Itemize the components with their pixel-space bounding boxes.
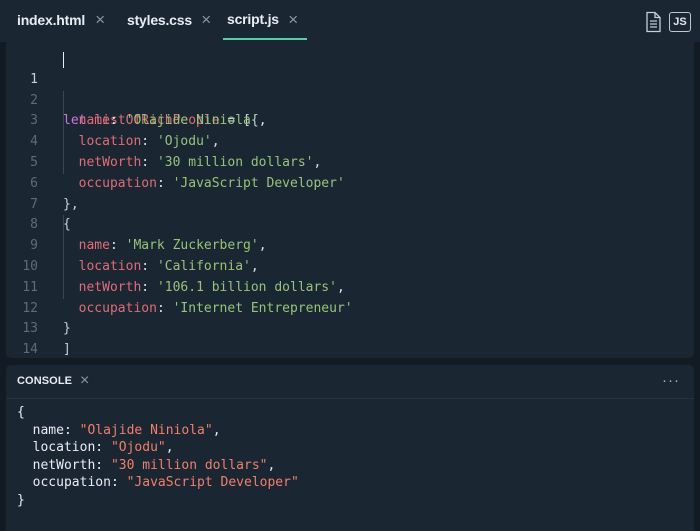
- console-title[interactable]: CONSOLE: [17, 375, 72, 387]
- code-line: 3 location: 'Ojodu',: [6, 91, 694, 149]
- header-icons: JS: [643, 9, 691, 35]
- code-line: 5 occupation: 'JavaScript Developer': [6, 132, 694, 191]
- output-line: occupation: "JavaScript Developer": [32, 475, 299, 490]
- output-line: netWorth: "30 million dollars",: [32, 457, 276, 473]
- output-string: "30 million dollars": [110, 457, 268, 473]
- console-panel: CONSOLE × ··· { name: "Olajide Niniola",…: [6, 365, 694, 531]
- tab-label: index.html: [17, 12, 86, 28]
- code-line: 1 let listOfRichPeople = [{: [6, 49, 694, 128]
- output-string: "Ojodu": [110, 440, 166, 455]
- text-cursor: [63, 52, 64, 68]
- output-string: "Olajide Niniola": [79, 422, 213, 438]
- output-line: {: [17, 405, 25, 420]
- output-key: name: [32, 422, 64, 438]
- code-line: 12 }: [6, 278, 694, 337]
- code-editor[interactable]: 1 let listOfRichPeople = [{ 2 name: 'Ola…: [6, 42, 694, 358]
- code-line: 6 },: [6, 153, 694, 212]
- code-line: 8 name: 'Mark Zuckerberg',: [6, 195, 694, 253]
- tab-index-html[interactable]: index.html ×: [17, 0, 105, 40]
- code-editor-app: index.html × styles.css × script.js × JS: [0, 0, 700, 531]
- console-output: { name: "Olajide Niniola", location: "Oj…: [17, 404, 299, 509]
- more-options-icon[interactable]: ···: [662, 372, 680, 389]
- tab-styles-css[interactable]: styles.css ×: [127, 0, 211, 40]
- tab-label: styles.css: [127, 12, 192, 28]
- code-line: 2 name: 'Olajide Niniola',: [6, 70, 694, 129]
- console-header: CONSOLE × ···: [6, 365, 694, 399]
- code-line: 10 netWorth: '106.1 billion dollars',: [6, 236, 694, 295]
- output-key: location: [32, 440, 96, 455]
- close-icon[interactable]: ×: [201, 11, 211, 28]
- output-key: occupation: [32, 475, 111, 490]
- code-line: 4 netWorth: '30 million dollars',: [6, 111, 694, 170]
- tab-script-js[interactable]: script.js ×: [223, 0, 307, 40]
- code-line: 11 occupation: 'Internet Entrepreneur': [6, 257, 694, 316]
- close-icon[interactable]: ×: [80, 372, 89, 390]
- code-line: 13 ]: [6, 299, 694, 357]
- line-number: 14: [22, 342, 38, 358]
- code-line: 14 console.log(listOfRichPeople[0]): [6, 319, 694, 357]
- document-icon[interactable]: [643, 11, 663, 33]
- tab-bar: index.html × styles.css × script.js × JS: [0, 0, 700, 42]
- code-line: 9 location: 'California',: [6, 215, 694, 274]
- output-key: netWorth: [32, 457, 96, 473]
- output-line: }: [17, 492, 25, 508]
- output-line: location: "Ojodu",: [32, 440, 174, 455]
- code-area[interactable]: 1 let listOfRichPeople = [{ 2 name: 'Ola…: [6, 49, 694, 357]
- js-badge-icon[interactable]: JS: [669, 12, 691, 32]
- output-string: "JavaScript Developer": [126, 475, 299, 490]
- tab-label: script.js: [227, 11, 279, 27]
- output-line: name: "Olajide Niniola",: [32, 422, 221, 438]
- code-line: 7 {: [6, 174, 694, 233]
- close-icon[interactable]: ×: [288, 11, 298, 28]
- close-icon[interactable]: ×: [95, 11, 105, 28]
